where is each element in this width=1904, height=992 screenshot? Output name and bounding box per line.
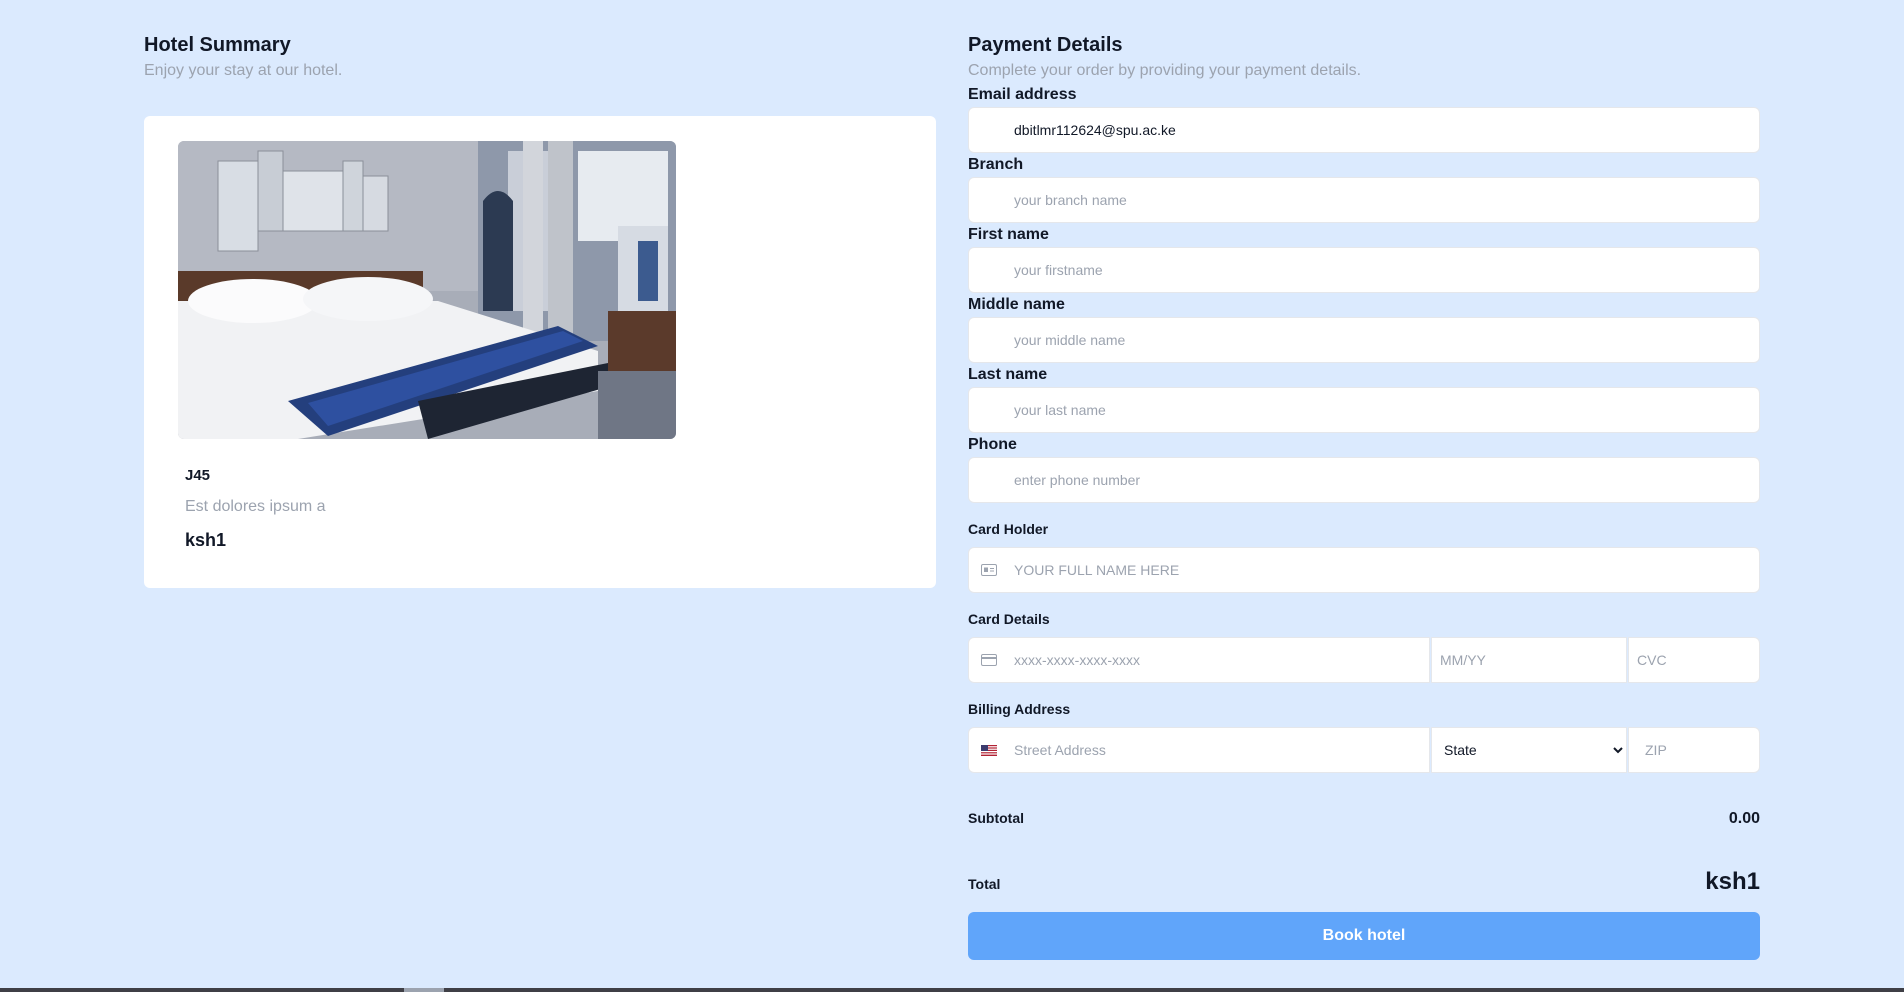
middle-name-field-wrapper	[968, 317, 1760, 363]
total-row: Total ksh1	[968, 868, 1760, 896]
room-code: J45	[185, 467, 211, 484]
room-card: J45 Est dolores ipsum a ksh1	[144, 116, 936, 588]
email-field[interactable]	[969, 108, 1759, 152]
email-label: Email address	[968, 86, 1077, 103]
expiry-input[interactable]	[1432, 638, 1626, 682]
zip-wrapper	[1628, 727, 1760, 773]
billing-address-label: Billing Address	[968, 701, 1071, 717]
middle-name-label: Middle name	[968, 296, 1065, 313]
hotel-summary-subtitle: Enjoy your stay at our hotel.	[144, 62, 343, 79]
room-photo	[178, 141, 676, 439]
room-description: Est dolores ipsum a	[185, 498, 326, 515]
total-label: Total	[968, 876, 1001, 892]
room-price: ksh1	[185, 530, 227, 550]
card-number-wrapper	[968, 637, 1430, 683]
id-card-icon	[981, 563, 997, 577]
middle-name-input[interactable]	[969, 318, 1759, 362]
street-address-wrapper	[968, 727, 1430, 773]
payment-details-subtitle: Complete your order by providing your pa…	[968, 62, 1362, 79]
subtotal-value: 0.00	[1728, 810, 1760, 827]
street-address-input[interactable]	[969, 728, 1429, 772]
card-details-label: Card Details	[968, 611, 1050, 627]
card-holder-input[interactable]	[969, 548, 1759, 592]
branch-input[interactable]	[969, 178, 1759, 222]
credit-card-icon	[981, 653, 997, 667]
last-name-field-wrapper	[968, 387, 1760, 433]
first-name-label: First name	[968, 226, 1049, 243]
book-hotel-button[interactable]: Book hotel	[968, 912, 1760, 960]
first-name-input[interactable]	[969, 248, 1759, 292]
subtotal-label: Subtotal	[968, 810, 1024, 826]
cvc-wrapper	[1628, 637, 1760, 683]
last-name-label: Last name	[968, 366, 1048, 383]
cvc-input[interactable]	[1629, 638, 1759, 682]
total-value: ksh1	[1705, 868, 1760, 895]
card-number-input[interactable]	[969, 638, 1429, 682]
us-flag-icon	[981, 743, 997, 757]
phone-input[interactable]	[969, 458, 1759, 502]
state-select[interactable]: State	[1432, 728, 1626, 772]
branch-field-wrapper	[968, 177, 1760, 223]
last-name-input[interactable]	[969, 388, 1759, 432]
expiry-wrapper	[1431, 637, 1627, 683]
subtotal-row: Subtotal 0.00	[968, 810, 1760, 828]
hotel-room-image	[178, 141, 676, 439]
email-field-wrapper	[968, 107, 1760, 153]
phone-label: Phone	[968, 436, 1017, 453]
bottom-edge-bar	[0, 988, 1904, 992]
card-holder-label: Card Holder	[968, 521, 1049, 537]
bottom-edge-marker	[404, 988, 444, 992]
state-select-wrapper: State	[1431, 727, 1627, 773]
hotel-summary-title: Hotel Summary	[144, 34, 291, 56]
zip-input[interactable]	[1629, 728, 1759, 772]
card-holder-field-wrapper	[968, 547, 1760, 593]
payment-details-title: Payment Details	[968, 34, 1123, 56]
phone-field-wrapper	[968, 457, 1760, 503]
branch-label: Branch	[968, 156, 1024, 173]
first-name-field-wrapper	[968, 247, 1760, 293]
